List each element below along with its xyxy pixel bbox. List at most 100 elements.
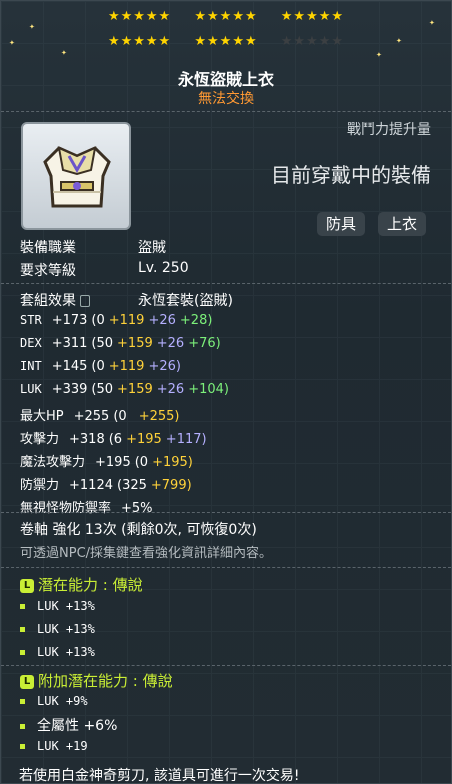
set-effect-row: 套組效果 (20, 290, 90, 310)
stat-row: DEX +311 (50 +159 +26 +76) (20, 336, 221, 351)
stat-row: INT +145 (0 +119 +26) (20, 359, 185, 374)
stat-star-bonus: +159 (117, 336, 153, 351)
stat-name: LUK (20, 382, 42, 396)
stat-base: (50 (91, 382, 114, 397)
lock-icon (80, 295, 90, 307)
potential-line: LUK +13% (20, 645, 95, 659)
sparkle-icon: ✦ (29, 23, 35, 31)
additional-potential-title: 附加潛在能力 : 傳說 (38, 672, 173, 690)
job-value: 盜賊 (138, 240, 166, 256)
stat-base: (325 (117, 478, 147, 493)
upgrade-count: 卷軸 強化 13次 (剩餘0次, 可恢復0次) (20, 522, 257, 538)
stat-total: +173 (51, 313, 88, 328)
stat-name: 攻擊力 (20, 432, 60, 447)
scissors-notice: 若使用白金神奇剪刀, 該道具可進行一次交易! (19, 768, 300, 784)
stat-extra-bonus: +28) (179, 313, 213, 328)
bullet-icon (20, 744, 25, 749)
legendary-badge-icon: L (20, 578, 34, 593)
stat-star-bonus: +119 (108, 313, 145, 328)
potential-line: LUK +13% (20, 599, 95, 613)
stat-base: (0 (91, 313, 105, 328)
category-tag: 防具 (317, 212, 366, 236)
stat-row: 最大HP +255 (0 +255) (20, 405, 179, 424)
stat-star-bonus: +799) (150, 478, 192, 493)
stat-total: +195 (95, 455, 131, 470)
level-value: Lv. 250 (138, 260, 189, 276)
stat-base: (0 (134, 455, 149, 470)
divider (1, 283, 451, 285)
star-group-icon: ★★★★★ (107, 34, 172, 49)
stat-extra-bonus: +255) (138, 409, 180, 424)
stat-row: 防禦力 +1124 (325 +799) (20, 474, 200, 493)
stat-flame-bonus: +26 (148, 313, 176, 328)
stat-star-bonus: +159 (117, 382, 153, 397)
stat-extra-bonus: +104) (188, 382, 229, 397)
star-force-row-2: ★★★★★ ★★★★★ ★★★★★ (1, 35, 451, 49)
stat-total: +145 (51, 359, 88, 374)
potential-line: LUK +13% (20, 622, 95, 636)
item-tooltip: ✦ ✦ ✦ ✦ ✦ ✦ ★★★★★ ★★★★★ ★★★★★ ★★★★★ ★★★★… (0, 0, 452, 784)
stat-total: +339 (51, 382, 88, 397)
equipped-notice: 目前穿戴中的裝備 (271, 163, 431, 187)
stat-star-bonus: +195) (152, 455, 193, 470)
level-label: 要求等級 (20, 263, 76, 279)
star-group-empty-icon: ★★★★★ (280, 34, 345, 49)
type-tag: 上衣 (378, 212, 427, 236)
additional-potential-line: LUK +9% (20, 694, 88, 708)
star-force-row-1: ★★★★★ ★★★★★ ★★★★★ (1, 10, 451, 24)
set-effect-value: 永恆套裝(盜賊) (138, 293, 233, 309)
stat-total: +311 (51, 336, 88, 351)
combat-power-label: 戰鬥力提升量 (347, 122, 431, 138)
stat-total: +318 (69, 432, 105, 447)
sparkle-icon: ✦ (376, 51, 382, 59)
stat-star-bonus: +195 (126, 432, 162, 447)
star-group-icon: ★★★★★ (194, 9, 258, 24)
stat-total: +255 (73, 409, 110, 424)
item-name: 永恆盜賊上衣 (177, 70, 274, 89)
stat-name: 防禦力 (20, 478, 60, 493)
stat-base: (0 (113, 409, 127, 424)
stat-star-bonus: +119 (108, 359, 145, 374)
potential-title: 潛在能力 : 傳說 (38, 576, 143, 594)
stat-name: STR (20, 313, 42, 327)
star-group-icon: ★★★★★ (194, 34, 258, 49)
divider (1, 665, 451, 667)
bullet-icon (20, 699, 25, 704)
stat-base: (0 (91, 359, 105, 374)
stat-name: 魔法攻擊力 (20, 455, 86, 470)
stat-name: DEX (20, 336, 42, 350)
divider (1, 111, 451, 113)
robe-icon (43, 146, 111, 208)
upgrade-hint: 可透過NPC/採集鍵查看強化資訊詳細內容。 (20, 546, 273, 561)
additional-potential-line: LUK +19 (20, 739, 88, 753)
stat-flame-bonus: +26 (156, 382, 185, 397)
stat-flame-bonus: +117) (165, 432, 207, 447)
stat-flame-bonus: +26 (156, 336, 185, 351)
stat-extra-bonus: +76) (188, 336, 221, 351)
stat-flame-bonus: +26) (148, 359, 181, 374)
legendary-badge-icon: L (20, 674, 34, 689)
bullet-icon (20, 604, 25, 609)
trade-status: 無法交換 (198, 91, 254, 107)
stat-row: 魔法攻擊力 +195 (0 +195) (20, 451, 201, 470)
set-effect-label: 套組效果 (20, 293, 76, 309)
stat-row: STR +173 (0 +119 +26 +28) (20, 313, 212, 328)
item-icon-frame (21, 122, 131, 230)
sparkle-icon: ✦ (61, 49, 67, 57)
bullet-icon (20, 627, 25, 632)
bullet-icon (20, 650, 25, 655)
bullet-icon (20, 723, 25, 729)
divider (1, 567, 451, 569)
stat-base: (6 (108, 432, 123, 447)
additional-potential-line: 全屬性 +6% (20, 715, 117, 735)
stat-row: LUK +339 (50 +159 +26 +104) (20, 382, 229, 397)
stat-name: INT (20, 359, 42, 373)
stat-name: 最大HP (20, 409, 64, 424)
star-group-icon: ★★★★★ (280, 9, 345, 24)
additional-potential-header: L 附加潛在能力 : 傳說 (20, 670, 173, 691)
stat-total: +1124 (69, 478, 113, 493)
star-group-icon: ★★★★★ (107, 9, 172, 24)
divider (1, 512, 451, 514)
potential-header: L 潛在能力 : 傳說 (20, 574, 143, 595)
job-label: 裝備職業 (20, 240, 76, 256)
